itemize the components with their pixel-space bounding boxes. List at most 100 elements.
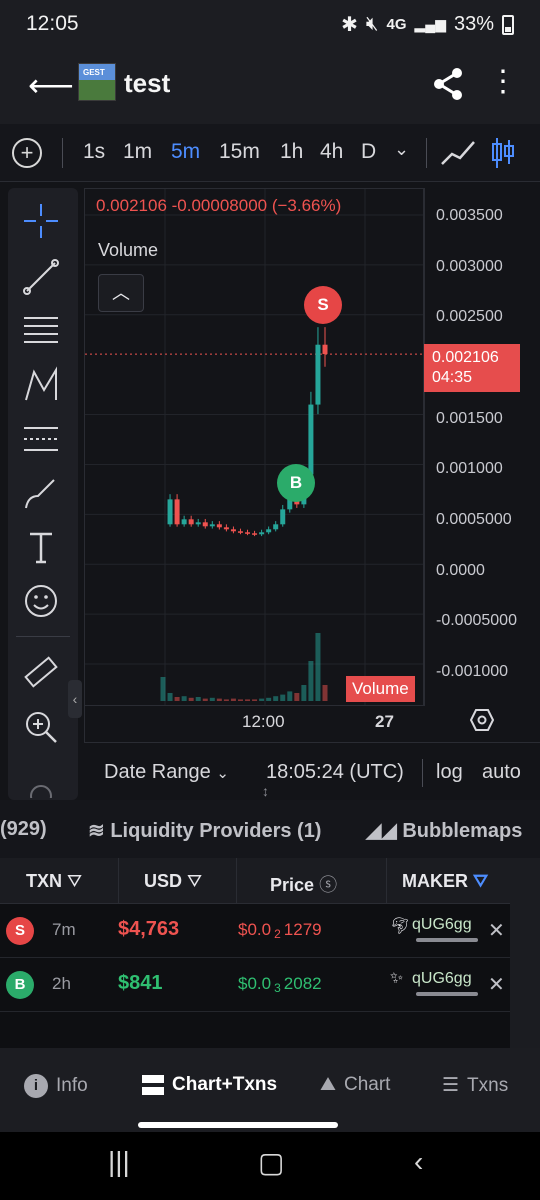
candle-body (259, 532, 265, 535)
volume-bar (202, 698, 208, 701)
share-icon[interactable] (430, 66, 466, 102)
date-range-button[interactable]: Date Range ⌄ (104, 761, 229, 784)
brush-icon[interactable] (22, 474, 60, 512)
bubblemaps-icon: ◢◢ (366, 820, 397, 842)
table-row[interactable]: B 2h $841 $0.0 3 2082 ✨︎ qUG6gg ✕ (0, 958, 510, 1012)
filter-icon[interactable]: ⛛ (67, 871, 82, 891)
ohlc-legend: 0.002106 -0.00008000 (−3.66%) (96, 196, 342, 215)
volume-bar (230, 698, 236, 701)
tab-liquidity-providers[interactable]: ≋ Liquidity Providers (1) (88, 818, 321, 843)
status-bar: 12:05 ✱ 🔇︎ 4G ▂▄▆ 33% (0, 0, 540, 46)
timeframe-4h[interactable]: 4h (320, 140, 343, 164)
chart-plot[interactable] (84, 188, 424, 706)
resize-handle-icon[interactable]: ↕ (262, 784, 269, 798)
timeframe-1s[interactable]: 1s (83, 140, 105, 164)
candlestick-icon[interactable] (490, 136, 516, 170)
buy-marker[interactable]: B (277, 464, 315, 502)
column-header-price[interactable]: Price ⓢ (270, 871, 337, 897)
magnet-icon[interactable] (22, 778, 60, 798)
back-arrow-icon[interactable]: ⟵ (28, 66, 74, 104)
tab-label: Liquidity Providers (1) (110, 820, 322, 842)
text-icon[interactable] (22, 528, 60, 566)
last-price-label: 0.002106 04:35 (424, 344, 520, 392)
back-nav-icon[interactable]: ‹ (414, 1146, 423, 1178)
timeframe-1h[interactable]: 1h (280, 140, 303, 164)
token-logo (78, 63, 116, 101)
nav-chart[interactable]: ⛰︎ Chart (320, 1074, 390, 1096)
ruler-icon[interactable] (22, 654, 60, 692)
y-tick-label: 0.001500 (436, 410, 503, 427)
maker-address[interactable]: qUG6gg (412, 970, 472, 988)
more-vert-icon[interactable]: ⋮ (488, 64, 518, 99)
close-icon[interactable]: ✕ (488, 972, 505, 997)
candle-body (252, 533, 258, 535)
chevron-down-icon[interactable]: ⌄ (394, 139, 409, 160)
timeframe-15m[interactable]: 15m (219, 140, 260, 164)
candle-body (216, 524, 222, 528)
recent-apps-icon[interactable]: ||| (108, 1146, 130, 1178)
chevron-down-icon: ⌄ (216, 765, 229, 782)
auto-toggle[interactable]: auto (482, 761, 521, 784)
header-label: TXN (26, 871, 62, 891)
header-label: USD (144, 871, 183, 891)
volume-legend: Volume (98, 240, 159, 260)
timeframe-d[interactable]: D (361, 140, 376, 164)
pattern-icon[interactable] (22, 366, 60, 404)
log-toggle[interactable]: log (436, 761, 463, 784)
home-indicator[interactable] (138, 1122, 338, 1128)
candle-body (223, 527, 229, 530)
txn-price: $0.0 2 1279 (238, 920, 322, 941)
sell-marker[interactable]: S (304, 286, 342, 324)
nav-label: Info (56, 1075, 88, 1096)
divider (386, 858, 387, 904)
column-header-usd[interactable]: USD ⛛ (144, 871, 202, 892)
maker-address[interactable]: qUG6gg (412, 916, 472, 934)
tab-label: Bubblemaps (402, 820, 523, 842)
chart-settings-icon[interactable] (470, 708, 494, 732)
zoom-in-icon[interactable] (22, 708, 60, 746)
battery-percent: 33% (453, 13, 494, 35)
price-prefix: $0.0 (238, 974, 272, 993)
trend-line-icon[interactable] (22, 258, 60, 296)
nav-chart-txns[interactable]: Chart+Txns (142, 1074, 277, 1096)
home-icon[interactable]: ▢ (258, 1146, 284, 1179)
nav-label: Chart (343, 1074, 391, 1095)
collapse-toolbar-handle[interactable]: ‹ (68, 680, 82, 718)
dolphin-icon: 🐬︎ (390, 918, 411, 935)
candle-body (188, 519, 194, 525)
y-tick-label: 0.002500 (436, 308, 503, 325)
volume-bar (195, 697, 201, 701)
price-zeros: 2 (274, 927, 281, 941)
timeframe-1m[interactable]: 1m (123, 140, 152, 164)
table-scroll-area[interactable] (510, 858, 540, 1048)
nav-txns[interactable]: ☰ Txns (442, 1074, 508, 1097)
nav-info[interactable]: i Info (24, 1074, 88, 1098)
table-row[interactable]: S 7m $4,763 $0.0 2 1279 🐬︎ qUG6gg ✕ (0, 904, 510, 958)
divider (236, 858, 237, 904)
volume-bar (209, 697, 215, 701)
column-header-txn[interactable]: TXN ⛛ (26, 871, 82, 892)
tab-bubblemaps[interactable]: ◢◢ Bubblemaps (366, 818, 522, 843)
filter-icon[interactable]: ⛛ (187, 871, 202, 891)
column-header-maker[interactable]: MAKER ⛛ (402, 871, 488, 892)
line-chart-icon[interactable] (440, 138, 476, 168)
collapse-legend-button[interactable]: ︿ (98, 274, 144, 312)
emoji-icon[interactable] (22, 582, 60, 620)
candle-countdown: 04:35 (432, 369, 473, 386)
price-digits: 1279 (283, 920, 322, 939)
volume-bar (273, 696, 279, 701)
liquidity-icon: ≋ (88, 820, 105, 842)
prediction-icon[interactable] (22, 420, 60, 458)
volume-bar (315, 633, 321, 701)
timeframe-5m[interactable]: 5m (171, 140, 200, 164)
close-icon[interactable]: ✕ (488, 918, 505, 943)
tab-transactions-count[interactable]: (929) (0, 818, 47, 841)
filter-icon[interactable]: ⛛ (473, 871, 488, 891)
dollar-circle-icon[interactable]: ⓢ (319, 875, 337, 895)
fib-retracement-icon[interactable] (22, 312, 60, 350)
crosshair-icon[interactable] (22, 202, 60, 240)
add-indicator-icon[interactable]: + (12, 138, 42, 168)
holding-bar (416, 938, 478, 942)
y-tick-label: 0.003000 (436, 258, 503, 275)
info-icon: i (24, 1074, 48, 1098)
